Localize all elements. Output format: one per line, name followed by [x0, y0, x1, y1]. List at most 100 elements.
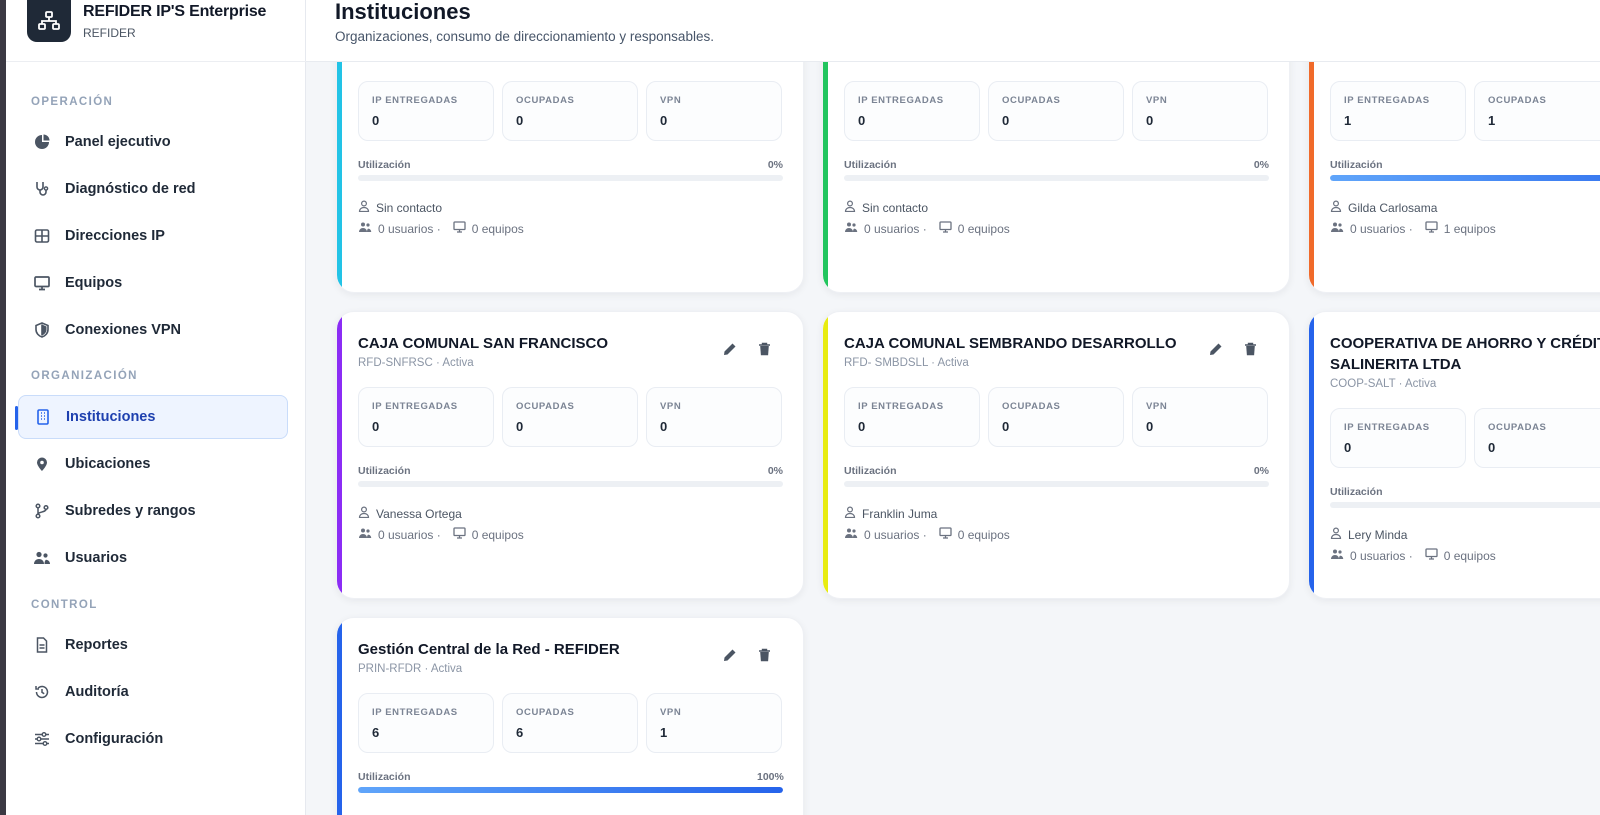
stat-value: 6 [372, 725, 380, 740]
stat-value: 0 [372, 419, 380, 434]
card-actions [722, 647, 772, 663]
monitor-icon [1425, 221, 1438, 236]
stat-label: OCUPADAS [1002, 401, 1061, 412]
sidebar-item-reportes[interactable]: Reportes [18, 623, 288, 667]
stat-vpn: VPN 1 [646, 693, 782, 753]
stat-label: IP ENTREGADAS [1344, 95, 1430, 106]
person-icon [358, 200, 370, 215]
contact-name: Franklin Juma [862, 506, 938, 521]
stat-ocupadas: OCUPADAS 0 [502, 387, 638, 447]
stat-label: IP ENTREGADAS [1344, 422, 1430, 433]
card-actions [722, 341, 772, 357]
stethoscope-icon [33, 180, 51, 198]
users-icon [33, 549, 51, 567]
stat-ip-entregadas: IP ENTREGADAS 0 [358, 81, 494, 141]
monitor-icon [453, 221, 466, 236]
card-title: CAJA COMUNAL SAN FRANCISCO [358, 335, 609, 352]
sidebar-item-instituciones[interactable]: Instituciones [18, 395, 288, 439]
person-icon [844, 506, 856, 521]
stat-vpn: VPN 0 [646, 387, 782, 447]
network-logo-icon[interactable] [27, 0, 71, 42]
stat-value: 0 [660, 419, 668, 434]
edit-icon[interactable] [1208, 341, 1224, 357]
contact-row: Vanessa Ortega [358, 506, 462, 521]
sidebar-item-label: Direcciones IP [65, 228, 165, 244]
sidebar-item-label: Panel ejecutivo [65, 134, 171, 150]
contact-row: Sin contacto [844, 200, 928, 215]
person-icon [358, 506, 370, 521]
contact-row: Gilda Carlosama [1330, 200, 1437, 215]
stat-value: 0 [1146, 113, 1154, 128]
sidebar-item-configuracion[interactable]: Configuración [18, 717, 288, 761]
building-icon [34, 408, 52, 426]
sidebar-item-ubicaciones[interactable]: Ubicaciones [18, 442, 288, 486]
sidebar-item-diagnostico[interactable]: Diagnóstico de red [18, 167, 288, 211]
sidebar-item-direcciones-ip[interactable]: Direcciones IP [18, 214, 288, 258]
meta-row: 0 usuarios · 0 equipos [1330, 548, 1496, 563]
institution-card[interactable]: Gestión Central de la Red - REFIDER PRIN-… [336, 617, 804, 815]
sidebar-item-label: Instituciones [66, 409, 156, 425]
utilization-percent: 0% [767, 465, 783, 477]
stat-label: IP ENTREGADAS [858, 95, 944, 106]
app-title: REFIDER IP'S Enterprise [83, 3, 267, 20]
shield-icon [33, 321, 51, 339]
sidebar-item-label: Equipos [65, 275, 123, 291]
app-window: REFIDER IP'S Enterprise REFIDER OPERACIÓ… [6, 0, 1600, 815]
utilization-bar-fill [358, 787, 783, 793]
sidebar-item-label: Ubicaciones [65, 456, 151, 472]
stat-ocupadas: OCUPADAS 0 [502, 81, 638, 141]
stat-ocupadas: OCUPADAS 1 [1474, 81, 1600, 141]
utilization-percent: 100% [757, 771, 784, 783]
stat-label: IP ENTREGADAS [372, 707, 458, 718]
card-code-status: RFD-SNFRSC · Activa [358, 357, 474, 369]
sidebar-item-conexiones-vpn[interactable]: Conexiones VPN [18, 308, 288, 352]
stat-value: 1 [1344, 113, 1352, 128]
users-icon [844, 221, 858, 236]
utilization-label: Utilización [358, 159, 411, 171]
trash-icon[interactable] [756, 647, 772, 663]
stat-label: IP ENTREGADAS [372, 401, 458, 412]
meta-row: 0 usuarios · 1 equipos [1330, 221, 1496, 236]
card-code-status: PRIN-RFDR · Activa [358, 663, 463, 675]
users-count: 0 usuarios · [864, 527, 927, 542]
users-icon [358, 221, 372, 236]
utilization-bar [358, 787, 783, 793]
monitor-icon [1425, 548, 1438, 563]
utilization-bar [358, 481, 783, 487]
equipos-count: 0 equipos [957, 221, 1010, 236]
institution-card[interactable]: COOPERATIVA DE AHORRO Y CRÉDITO SALINERI… [1308, 311, 1600, 599]
trash-icon[interactable] [756, 341, 772, 357]
stat-ocupadas: OCUPADAS 0 [988, 81, 1124, 141]
stat-value: 0 [516, 419, 524, 434]
sidebar-item-label: Subredes y rangos [65, 503, 196, 519]
sidebar-item-label: Diagnóstico de red [65, 181, 196, 197]
file-icon [33, 636, 51, 654]
utilization-bar [844, 481, 1269, 487]
utilization-label: Utilización [1330, 486, 1383, 498]
edit-icon[interactable] [722, 647, 738, 663]
stat-ip-entregadas: IP ENTREGADAS 1 [1330, 81, 1466, 141]
trash-icon[interactable] [1242, 341, 1258, 357]
meta-row: 0 usuarios · 0 equipos [844, 221, 1010, 236]
stat-ip-entregadas: IP ENTREGADAS 0 [844, 387, 980, 447]
sidebar-item-panel-ejecutivo[interactable]: Panel ejecutivo [18, 120, 288, 164]
institution-card[interactable]: CAJA COMUNAL SAN FRANCISCO RFD-SNFRSC · A… [336, 311, 804, 599]
sidebar-item-subredes[interactable]: Subredes y rangos [18, 489, 288, 533]
git-branch-icon [33, 502, 51, 520]
sidebar-item-auditoria[interactable]: Auditoría [18, 670, 288, 714]
sidebar-item-usuarios[interactable]: Usuarios [18, 536, 288, 580]
utilization-label: Utilización [1330, 159, 1383, 171]
equipos-count: 0 equipos [471, 221, 524, 236]
institution-card[interactable]: CAJA COMUNAL SEMBRANDO DESARROLLO RFD- SM… [822, 311, 1290, 599]
equipos-count: 0 equipos [471, 527, 524, 542]
stat-value: 0 [1146, 419, 1154, 434]
meta-row: 0 usuarios · 0 equipos [844, 527, 1010, 542]
stat-value: 1 [660, 725, 668, 740]
sidebar-item-equipos[interactable]: Equipos [18, 261, 288, 305]
sidebar-item-label: Configuración [65, 731, 164, 747]
sidebar: REFIDER IP'S Enterprise REFIDER OPERACIÓ… [6, 0, 306, 815]
stat-value: 0 [1488, 440, 1496, 455]
utilization-label: Utilización [358, 771, 411, 783]
edit-icon[interactable] [722, 341, 738, 357]
stat-label: OCUPADAS [516, 95, 575, 106]
